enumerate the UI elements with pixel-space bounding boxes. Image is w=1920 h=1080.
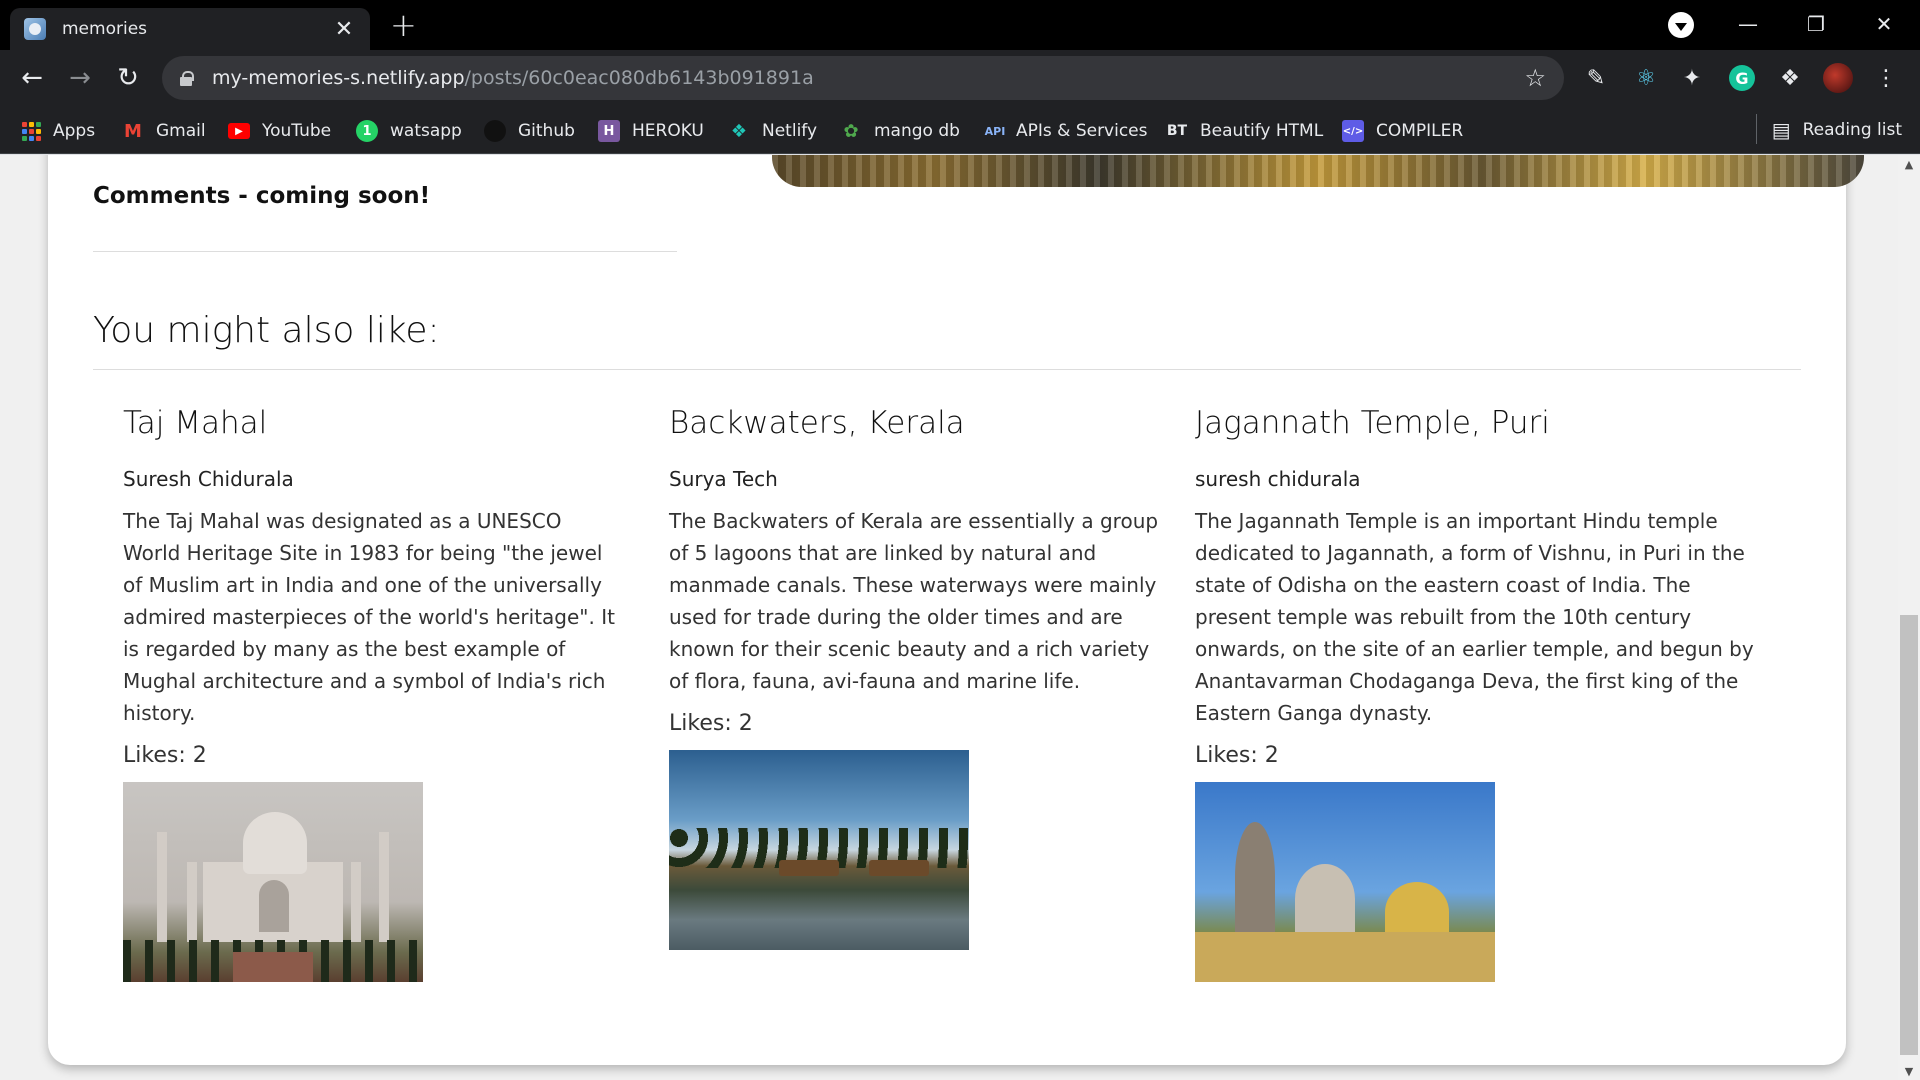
divider bbox=[93, 369, 1801, 370]
bookmark-mongodb[interactable]: ✿ mango db bbox=[840, 118, 960, 144]
bookmark-label: Beautify HTML bbox=[1200, 121, 1324, 141]
react-devtools-icon[interactable]: ⚛ bbox=[1630, 62, 1662, 94]
address-bar[interactable]: my-memories-s.netlify.app /posts/60c0eac… bbox=[162, 56, 1564, 100]
tab-title: memories bbox=[62, 19, 148, 39]
back-icon[interactable]: ← bbox=[12, 58, 52, 98]
close-tab-icon[interactable]: ✕ bbox=[332, 17, 356, 42]
mongodb-icon: ✿ bbox=[843, 120, 859, 142]
scroll-down-arrow-icon[interactable]: ▼ bbox=[1898, 1062, 1920, 1080]
bookmark-compiler[interactable]: </> COMPILER bbox=[1342, 118, 1463, 144]
post-author: suresh chidurala bbox=[1195, 467, 1361, 491]
bookmark-youtube[interactable]: ▶ YouTube bbox=[228, 118, 331, 144]
bookmark-netlify[interactable]: ❖ Netlify bbox=[728, 118, 817, 144]
page-scrollbar[interactable]: ▲ ▼ bbox=[1898, 155, 1920, 1080]
lock-icon[interactable] bbox=[180, 71, 194, 86]
bookmark-label: watsapp bbox=[390, 121, 462, 141]
tab-strip: memories ✕ + — ❐ ✕ bbox=[0, 0, 1920, 50]
post-likes: Likes: 2 bbox=[1195, 743, 1279, 768]
bookmark-label: YouTube bbox=[262, 121, 332, 141]
github-icon bbox=[484, 120, 506, 142]
bookmark-label: Netlify bbox=[762, 121, 818, 141]
api-icon: API bbox=[984, 124, 1006, 138]
apps-grid-icon bbox=[22, 121, 41, 141]
post-author: Suresh Chidurala bbox=[123, 467, 294, 491]
url-path: /posts/60c0eac080db6143b091891a bbox=[464, 67, 814, 89]
new-tab-button[interactable]: + bbox=[390, 9, 417, 41]
recommended-post-taj-mahal[interactable]: Taj Mahal Suresh Chidurala The Taj Mahal… bbox=[123, 405, 623, 982]
bookmark-label: APIs & Services bbox=[1016, 121, 1148, 141]
netlify-icon: ❖ bbox=[730, 120, 748, 142]
restore-icon[interactable]: ❐ bbox=[1786, 4, 1846, 44]
post-likes: Likes: 2 bbox=[669, 711, 753, 736]
heroku-icon: H bbox=[598, 120, 620, 142]
compiler-icon: </> bbox=[1342, 120, 1364, 142]
scrollbar-thumb[interactable] bbox=[1900, 615, 1918, 1055]
divider bbox=[93, 251, 677, 252]
bookmark-beautify[interactable]: BT Beautify HTML bbox=[1166, 118, 1323, 144]
page-viewport: Comments - coming soon! You might also l… bbox=[0, 155, 1898, 1080]
grammarly-icon[interactable]: G bbox=[1726, 62, 1758, 94]
bookmarks-bar: Apps M Gmail ▶ YouTube 1 watsapp Github … bbox=[0, 106, 1920, 154]
gmail-icon: M bbox=[124, 120, 142, 142]
favicon-icon bbox=[24, 18, 46, 40]
bookmark-star-icon[interactable]: ☆ bbox=[1524, 64, 1546, 92]
scroll-up-arrow-icon[interactable]: ▲ bbox=[1898, 155, 1920, 173]
reading-list-label: Reading list bbox=[1802, 120, 1902, 140]
post-details-card: Comments - coming soon! You might also l… bbox=[48, 155, 1864, 1065]
comments-heading: Comments - coming soon! bbox=[93, 183, 431, 209]
post-title: Jagannath Temple, Puri bbox=[1195, 405, 1550, 441]
bookmark-watsapp[interactable]: 1 watsapp bbox=[356, 118, 462, 144]
post-message: The Taj Mahal was designated as a UNESCO… bbox=[123, 509, 615, 725]
bookmark-label: HEROKU bbox=[632, 121, 704, 141]
pen-extension-icon[interactable]: ✎ bbox=[1580, 62, 1612, 94]
post-image-backwaters-kerala[interactable] bbox=[669, 750, 969, 950]
youtube-icon: ▶ bbox=[228, 123, 250, 139]
bookmark-label: COMPILER bbox=[1376, 121, 1464, 141]
recommended-post-backwaters-kerala[interactable]: Backwaters, Kerala Surya Tech The Backwa… bbox=[669, 405, 1169, 950]
bookmarks-separator bbox=[1756, 114, 1757, 144]
puzzle-extensions-icon[interactable]: ❖ bbox=[1774, 62, 1806, 94]
bookmark-apps[interactable]: Apps bbox=[22, 118, 95, 144]
bookmark-label: mango db bbox=[874, 121, 960, 141]
forward-icon[interactable]: → bbox=[60, 58, 100, 98]
reading-list-button[interactable]: ▤ Reading list bbox=[1772, 118, 1902, 142]
tab-search-icon[interactable] bbox=[1668, 12, 1694, 38]
post-message: The Jagannath Temple is an important Hin… bbox=[1195, 509, 1754, 725]
profile-avatar[interactable] bbox=[1822, 62, 1854, 94]
post-title: Backwaters, Kerala bbox=[669, 405, 965, 441]
extension-icon[interactable]: ✦ bbox=[1676, 62, 1708, 94]
window-close-icon[interactable]: ✕ bbox=[1854, 4, 1914, 44]
bookmark-label: Apps bbox=[53, 121, 96, 141]
menu-kebab-icon[interactable]: ⋮ bbox=[1870, 62, 1902, 94]
post-image-taj-mahal[interactable] bbox=[123, 782, 423, 982]
post-message: The Backwaters of Kerala are essentially… bbox=[669, 509, 1159, 693]
post-image-jagannath-temple[interactable] bbox=[1195, 782, 1495, 982]
minimize-icon[interactable]: — bbox=[1718, 4, 1778, 44]
bookmark-gmail[interactable]: M Gmail bbox=[122, 118, 206, 144]
bookmark-label: Github bbox=[518, 121, 575, 141]
reload-icon[interactable]: ↻ bbox=[108, 58, 148, 98]
beautify-icon: BT bbox=[1166, 123, 1188, 139]
post-likes: Likes: 2 bbox=[123, 743, 207, 768]
recommended-post-jagannath-temple[interactable]: Jagannath Temple, Puri suresh chidurala … bbox=[1195, 405, 1755, 982]
whatsapp-icon: 1 bbox=[356, 120, 378, 142]
bookmark-heroku[interactable]: H HEROKU bbox=[598, 118, 704, 144]
browser-toolbar: ← → ↻ my-memories-s.netlify.app /posts/6… bbox=[0, 50, 1920, 106]
post-hero-image bbox=[772, 155, 1864, 187]
recommended-heading: You might also like: bbox=[93, 310, 440, 351]
bookmark-github[interactable]: Github bbox=[484, 118, 575, 144]
post-author: Surya Tech bbox=[669, 467, 778, 491]
bookmark-apis[interactable]: API APIs & Services bbox=[982, 118, 1148, 144]
tab-memories[interactable]: memories ✕ bbox=[10, 8, 370, 50]
reading-list-icon: ▤ bbox=[1771, 118, 1791, 142]
url-host: my-memories-s.netlify.app bbox=[212, 67, 465, 89]
post-title: Taj Mahal bbox=[123, 405, 268, 441]
bookmark-label: Gmail bbox=[156, 121, 206, 141]
